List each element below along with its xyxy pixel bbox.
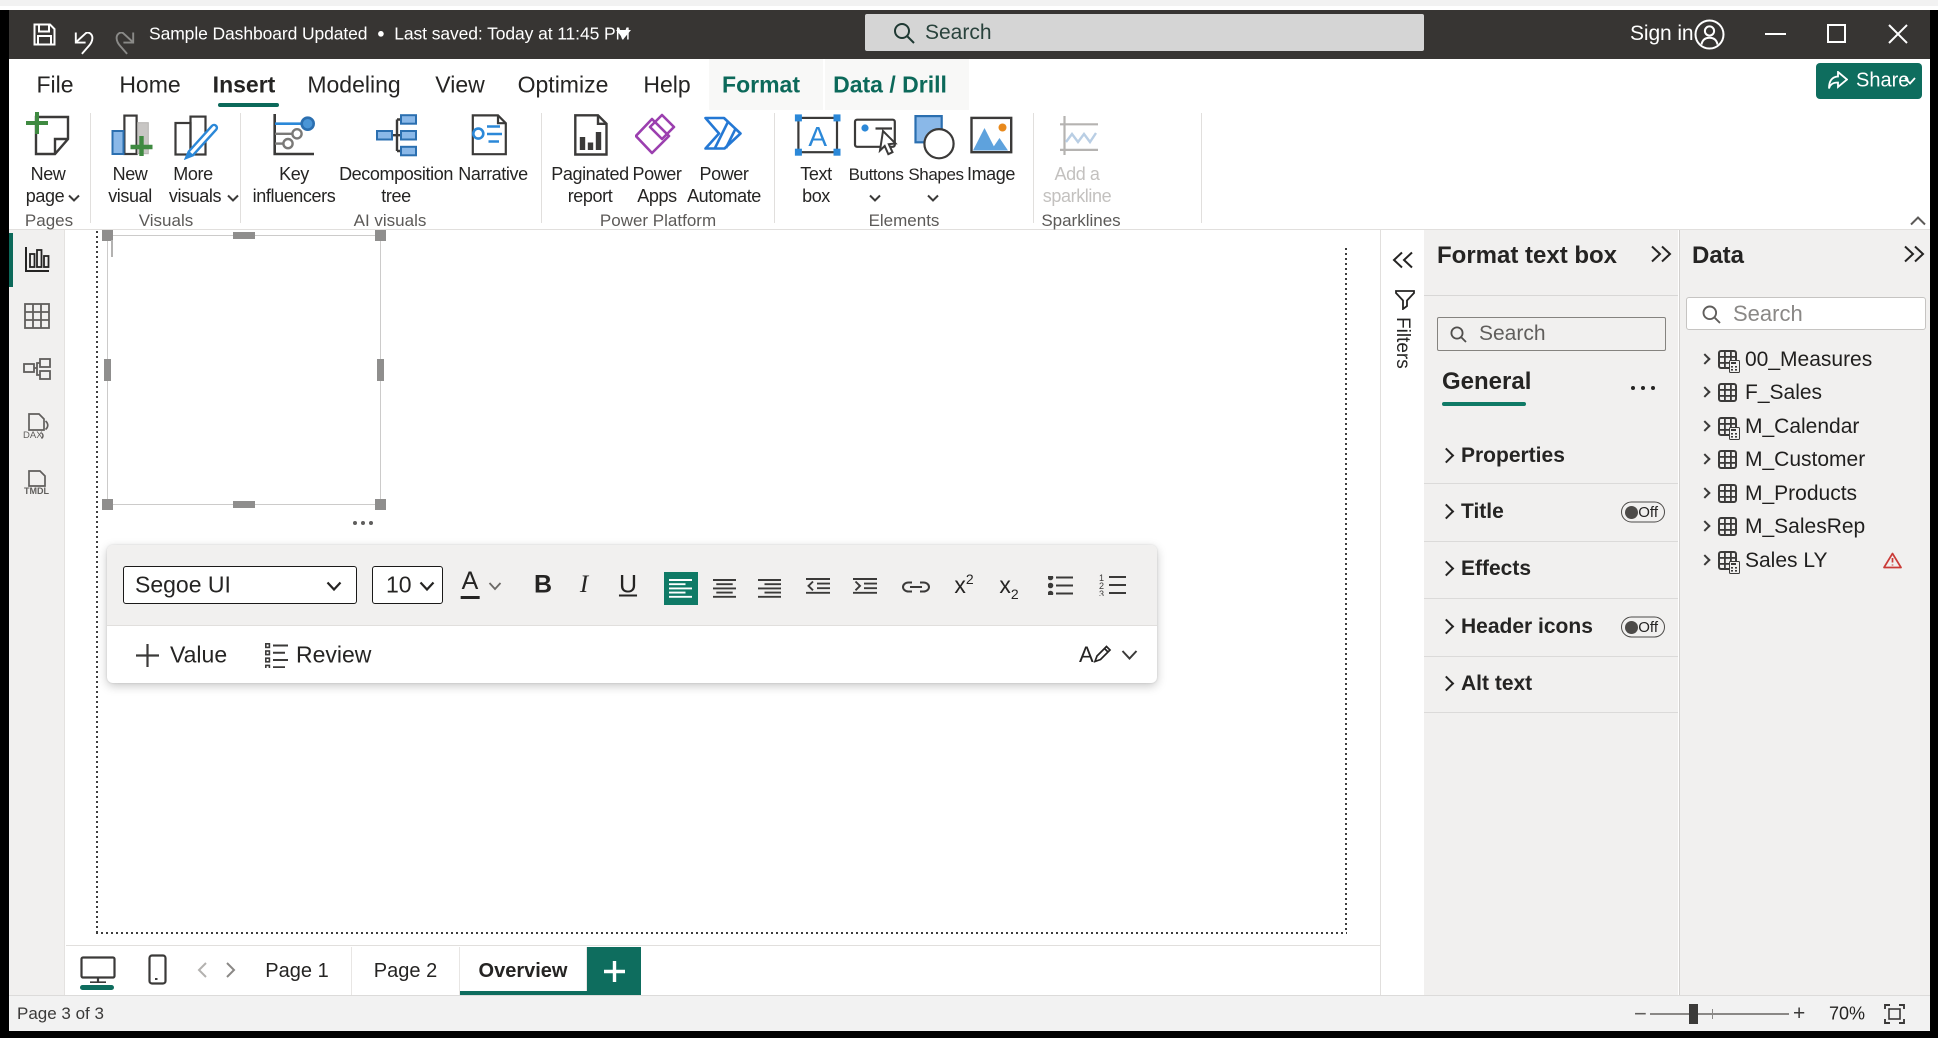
- svg-text:TMDL: TMDL: [24, 486, 49, 496]
- svg-text:DAX: DAX: [23, 430, 43, 441]
- svg-text:A: A: [808, 121, 827, 152]
- svg-text:3: 3: [1099, 589, 1104, 596]
